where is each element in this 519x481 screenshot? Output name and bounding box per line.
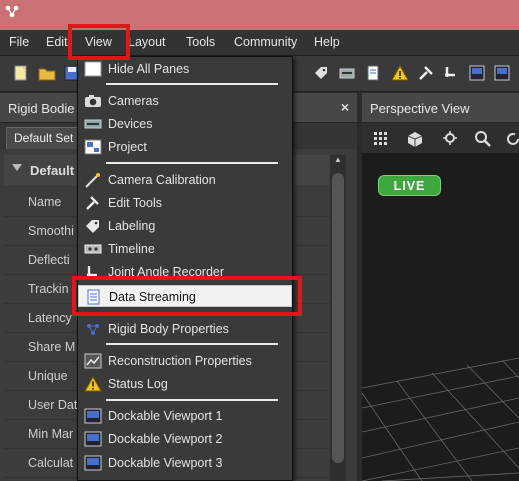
devices-icon [84,119,102,129]
menu-item-labeling[interactable]: Labeling [78,215,292,237]
app-logo-icon [5,5,19,18]
menu-separator [106,162,278,164]
property-label: Share M [28,340,76,354]
menu-item-label: Camera Calibration [108,173,216,187]
menu-item-label: Labeling [108,219,156,233]
property-label: User Dat [28,398,78,412]
group-label: Default [30,163,75,178]
view-menu-highlight-annotation [68,24,130,60]
menu-item-label: Dockable Viewport 3 [108,456,223,470]
tab-default-set[interactable]: Default Set [6,127,78,149]
menu-item-dockable-viewport-3[interactable]: Dockable Viewport 3 [78,452,292,474]
reconstruction-icon [84,353,102,369]
joint-toolbar-icon[interactable] [442,64,460,82]
viewport-toolbar [362,123,519,153]
menu-item-label: Dockable Viewport 2 [108,432,223,446]
viewport-icon [84,431,102,447]
menu-item-label: Devices [108,117,153,131]
menu-item-rigid-body-properties[interactable]: Rigid Body Properties [78,318,292,340]
menu-item-dockable-viewport-2[interactable]: Dockable Viewport 2 [78,428,292,450]
property-label: Unique [28,369,68,383]
labeling-icon [86,220,99,233]
menu-item-status-log[interactable]: Status Log [78,373,292,395]
viewport-icon [84,455,102,471]
menu-item-label: Status Log [108,377,168,391]
perspective-view-panel: Perspective View LIVE [362,93,519,481]
menu-item-label: Hide All Panes [108,62,190,76]
menu-item-label: Rigid Body Properties [108,322,229,336]
edit-tools-icon [86,196,99,210]
rigid-body-icon [87,324,99,335]
viewport-toolbar-icon-2[interactable] [493,64,511,82]
menu-item-reconstruction-properties[interactable]: Reconstruction Properties [78,350,292,372]
menu-community[interactable]: Community [234,35,297,49]
property-label: Smoothi [28,224,74,238]
cube-icon[interactable] [406,130,424,148]
viewport-icon [84,408,102,424]
menu-item-label: Project [108,140,147,154]
property-label: Latency [28,311,72,325]
panel-title: Rigid Bodie [8,101,75,116]
warning-toolbar-icon[interactable] [391,64,409,82]
warning-icon [84,376,102,392]
document-icon[interactable] [364,64,382,82]
menu-file[interactable]: File [9,35,29,49]
data-streaming-highlight-annotation [72,276,302,316]
pane-icon [84,61,102,77]
scroll-up-arrow-icon[interactable]: ▲ [330,155,346,169]
menu-item-label: Cameras [108,94,159,108]
tag-icon[interactable] [312,64,330,82]
expand-arrow-icon[interactable] [12,164,22,171]
menu-help[interactable]: Help [314,35,340,49]
grid-layout-icon[interactable] [372,130,390,148]
menu-item-cameras[interactable]: Cameras [78,90,292,112]
menu-item-label: Dockable Viewport 1 [108,409,223,423]
menu-tools[interactable]: Tools [186,35,215,49]
calibration-wand-icon [85,173,100,188]
property-label: Calculat [28,456,74,470]
property-label: Deflecti [28,253,70,267]
close-icon[interactable]: × [341,99,349,115]
menu-separator [106,343,278,345]
menu-item-project[interactable]: Project [78,136,292,158]
zoom-icon[interactable] [474,130,492,148]
menu-layout[interactable]: Layout [128,35,166,49]
camera-icon [85,95,101,107]
perspective-view-header: Perspective View [362,93,519,123]
tools-toolbar-icon[interactable] [417,64,435,82]
open-folder-icon[interactable] [38,64,56,82]
property-label: Trackin [28,282,69,296]
viewport-toolbar-icon-1[interactable] [468,64,486,82]
menu-separator [106,399,278,401]
vertical-scrollbar[interactable]: ▲ [330,155,346,481]
rotate-icon[interactable] [504,130,519,148]
timeline-icon [84,244,102,254]
property-label: Name [28,195,62,209]
menu-item-devices[interactable]: Devices [78,113,292,135]
menu-item-hide-all-panes[interactable]: Hide All Panes [78,58,292,80]
menu-item-dockable-viewport-1[interactable]: Dockable Viewport 1 [78,405,292,427]
menu-item-label: Edit Tools [108,196,162,210]
device-toolbar-icon[interactable] [338,64,356,82]
menu-item-label: Reconstruction Properties [108,354,252,368]
view-menu-dropdown: Hide All Panes Cameras Devices Project C… [77,56,293,481]
menu-item-edit-tools[interactable]: Edit Tools [78,192,292,214]
menu-item-timeline[interactable]: Timeline [78,238,292,260]
live-indicator-button[interactable]: LIVE [378,175,441,196]
menu-item-label: Timeline [108,242,155,256]
project-icon [84,139,102,155]
perspective-view-title: Perspective View [370,101,470,116]
menu-edit[interactable]: Edit [46,35,68,49]
zoom-fit-icon[interactable] [442,130,460,148]
floor-grid-graphic [362,357,519,481]
scroll-thumb[interactable] [332,173,344,463]
new-project-icon[interactable] [12,64,30,82]
menu-item-camera-calibration[interactable]: Camera Calibration [78,169,292,191]
property-label: Min Mar [28,427,74,441]
menu-separator [106,83,278,85]
